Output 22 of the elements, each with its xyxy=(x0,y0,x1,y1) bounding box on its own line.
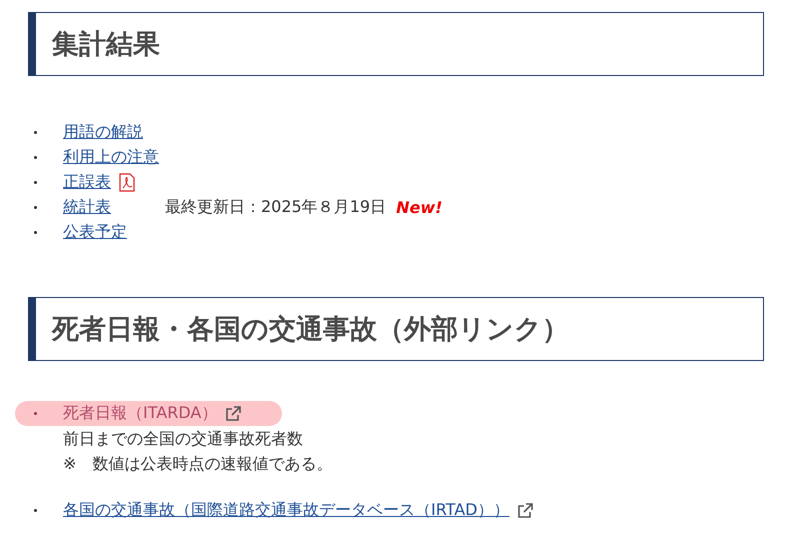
list-link[interactable]: 統計表 xyxy=(63,197,111,218)
bullet-icon xyxy=(34,181,37,184)
list-link[interactable]: 利用上の注意 xyxy=(63,147,159,168)
list-link[interactable]: 用語の解説 xyxy=(63,122,143,143)
description-text: ※ 数値は公表時点の速報値である。 xyxy=(63,453,334,475)
description-text: 前日までの全国の交通事故死者数 xyxy=(63,428,304,450)
bullet-icon xyxy=(34,509,37,512)
list-link[interactable]: 公表予定 xyxy=(63,222,127,243)
external-link-icon xyxy=(225,406,242,422)
bullet-icon xyxy=(34,131,37,134)
section-heading: 集計結果 xyxy=(28,12,764,76)
list-link[interactable]: 各国の交通事故（国際道路交通事故データベース（IRTAD）） xyxy=(63,500,510,521)
external-link-icon xyxy=(517,502,534,518)
last-updated-text: 最終更新日：2025年８月19日 xyxy=(165,197,386,218)
pdf-icon xyxy=(119,173,135,192)
section-heading: 死者日報・各国の交通事故（外部リンク） xyxy=(28,297,764,361)
bullet-icon xyxy=(34,206,37,209)
new-label: New! xyxy=(396,198,442,217)
bullet-icon xyxy=(34,412,37,415)
list-link[interactable]: 正誤表 xyxy=(63,172,111,193)
bullet-icon xyxy=(34,156,37,159)
bullet-icon xyxy=(34,231,37,234)
